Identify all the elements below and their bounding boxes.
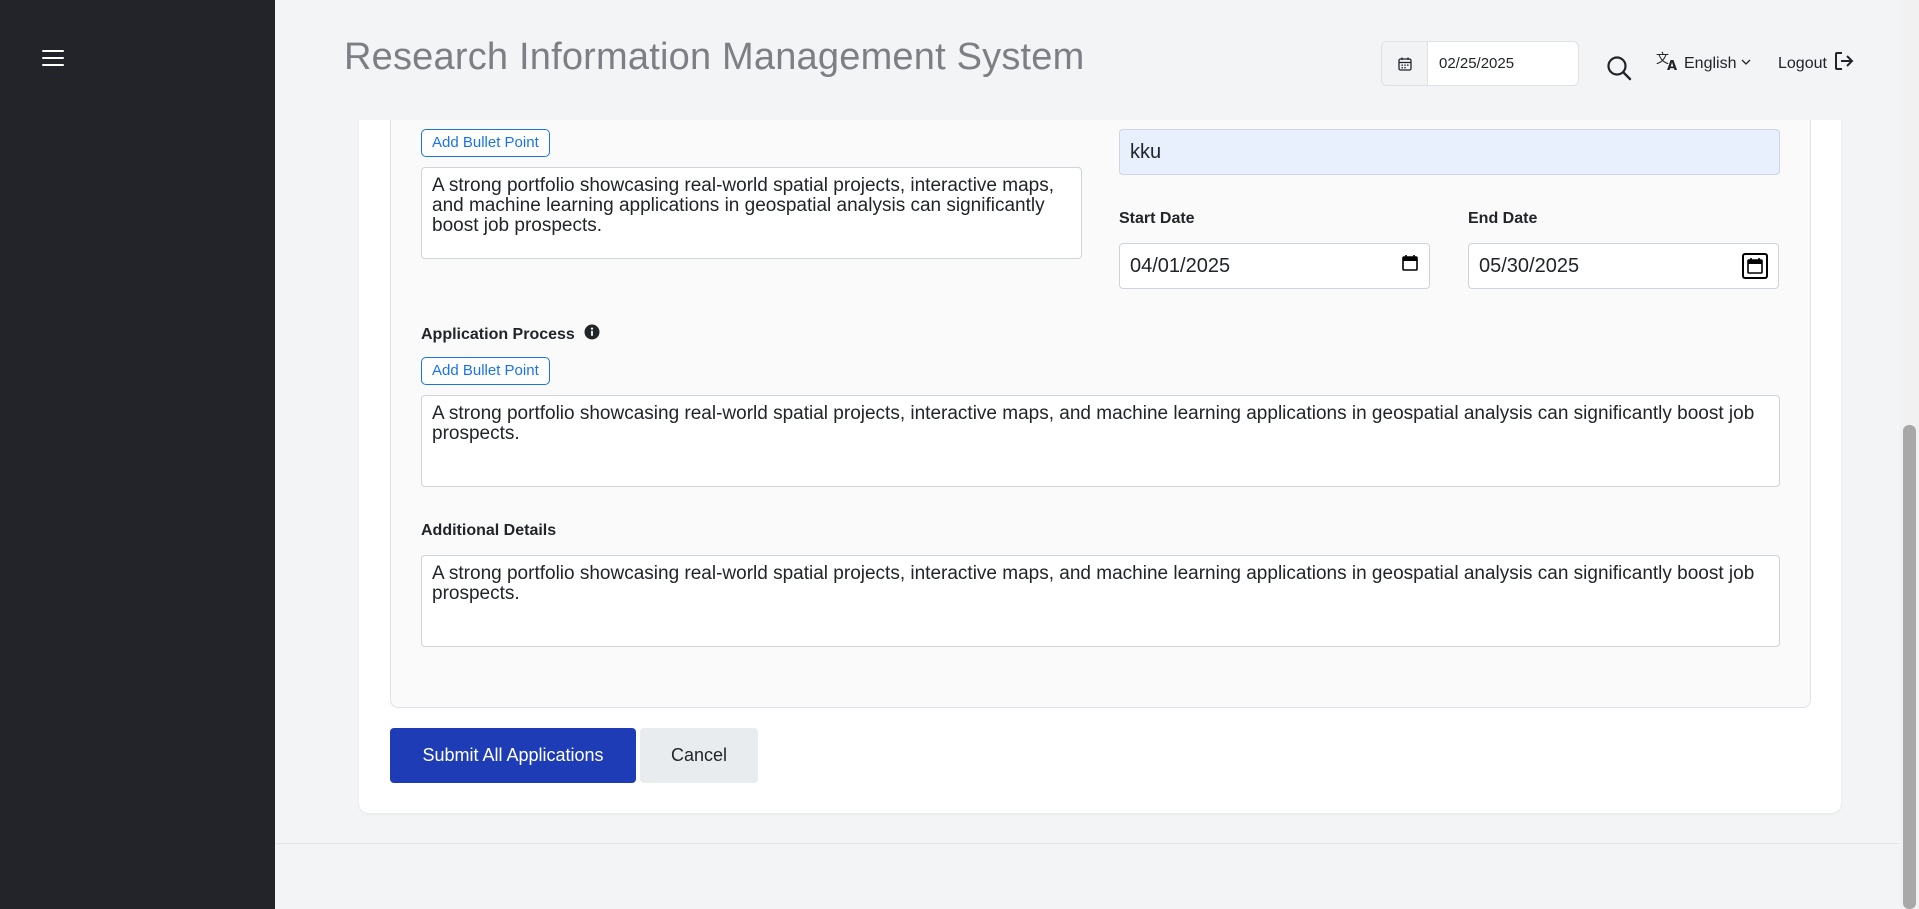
calendar-icon[interactable] — [1401, 254, 1419, 278]
app-title: Research Information Management System — [344, 36, 1085, 78]
page-scrollbar[interactable] — [1900, 0, 1919, 909]
info-icon[interactable] — [584, 324, 600, 345]
logout-label: Logout — [1778, 54, 1827, 72]
svg-text:A: A — [1667, 59, 1677, 72]
add-bullet-point-button[interactable]: Add Bullet Point — [421, 129, 550, 157]
footer-divider — [275, 843, 1899, 844]
language-selector[interactable]: 文 A English — [1656, 50, 1752, 77]
application-process-label: Application Process — [421, 325, 575, 343]
end-date-input[interactable]: 05/30/2025 — [1468, 243, 1779, 289]
start-date-label: Start Date — [1119, 210, 1195, 227]
header-date-picker[interactable]: 02/25/2025 — [1381, 41, 1579, 86]
logout-button[interactable]: Logout — [1778, 50, 1855, 77]
chevron-down-icon — [1740, 55, 1752, 73]
top-text-field-value: kku — [1130, 140, 1162, 163]
calendar-icon[interactable] — [1742, 253, 1768, 279]
logout-icon — [1833, 50, 1855, 77]
requirements-textarea[interactable]: A strong portfolio showcasing real-world… — [421, 167, 1082, 259]
application-process-label-row: Application Process — [421, 324, 600, 345]
add-bullet-point-button[interactable]: Add Bullet Point — [421, 357, 550, 385]
additional-details-textarea[interactable]: A strong portfolio showcasing real-world… — [421, 555, 1780, 647]
scrollbar-thumb[interactable] — [1903, 425, 1916, 909]
header-date-value: 02/25/2025 — [1439, 55, 1515, 72]
language-label: English — [1684, 54, 1737, 72]
submit-all-applications-button[interactable]: Submit All Applications — [390, 728, 636, 783]
search-icon[interactable] — [1605, 54, 1635, 84]
calendar-icon — [1382, 42, 1428, 85]
header: Research Information Management System 0… — [275, 0, 1899, 120]
hamburger-menu-icon[interactable] — [42, 50, 64, 68]
cancel-button[interactable]: Cancel — [640, 728, 758, 783]
end-date-label: End Date — [1468, 210, 1538, 227]
start-date-input[interactable]: 04/01/2025 — [1119, 243, 1430, 289]
start-date-value: 04/01/2025 — [1130, 254, 1231, 277]
sidebar — [0, 0, 275, 909]
top-text-field[interactable]: kku — [1119, 129, 1780, 175]
additional-details-label: Additional Details — [421, 522, 557, 539]
application-process-textarea[interactable]: A strong portfolio showcasing real-world… — [421, 395, 1780, 487]
end-date-value: 05/30/2025 — [1479, 254, 1580, 277]
translate-icon: 文 A — [1656, 50, 1680, 77]
